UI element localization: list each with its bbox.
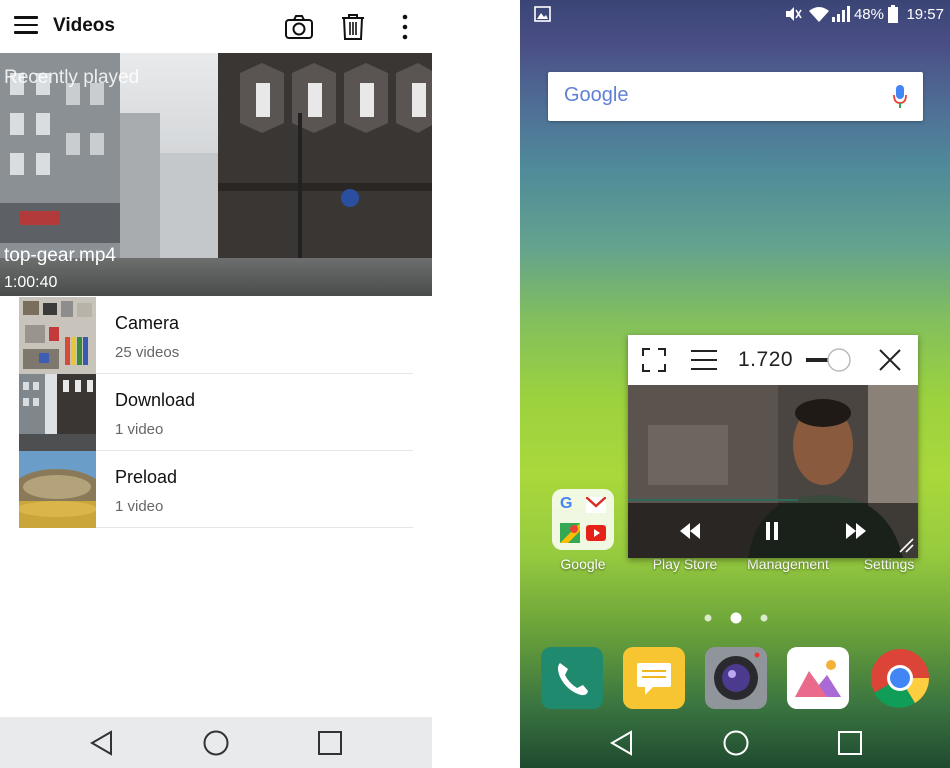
folder-thumbnail — [19, 374, 96, 451]
google-apps-folder[interactable]: G — [552, 489, 614, 550]
home-screen: 48% 19:57 Google G Google Play Store Man… — [520, 0, 950, 768]
playback-speed: 1.720 — [738, 348, 794, 371]
app-toolbar: Videos — [0, 0, 432, 53]
recently-played-card[interactable]: Recently played top-gear.mp4 1:00:40 — [0, 53, 432, 296]
folder-camera[interactable]: Camera 25 videos — [19, 297, 413, 374]
battery-icon — [888, 5, 898, 23]
resize-handle-icon[interactable] — [898, 537, 914, 553]
fast-forward-icon[interactable] — [846, 523, 866, 539]
screen: Videos Recently played top-gear.mp4 1:00… — [0, 0, 950, 768]
page-title: Videos — [53, 15, 115, 36]
recents-icon[interactable] — [315, 728, 345, 758]
google-logo: Google — [564, 84, 629, 106]
gallery-notification-icon — [534, 6, 551, 22]
navigation-bar — [0, 717, 432, 768]
status-time: 19:57 — [906, 6, 944, 23]
recent-file-name: top-gear.mp4 — [4, 245, 116, 266]
mute-icon — [786, 7, 802, 21]
popup-video-player[interactable]: 1.720 — [628, 335, 918, 558]
app-label-google: Google — [560, 556, 606, 572]
folder-name: Download — [115, 390, 196, 410]
trash-icon[interactable] — [338, 12, 368, 42]
menu-icon[interactable] — [14, 16, 38, 36]
gallery-app-icon[interactable] — [787, 647, 849, 709]
back-icon[interactable] — [607, 728, 637, 758]
app-label-management: Management — [747, 556, 829, 572]
home-icon[interactable] — [721, 728, 751, 758]
folder-thumbnail — [19, 451, 96, 528]
folder-download[interactable]: Download 1 video — [19, 374, 413, 451]
recently-played-heading: Recently played — [4, 67, 140, 88]
home-icon[interactable] — [201, 728, 231, 758]
more-options-icon[interactable] — [392, 12, 422, 42]
folder-thumbnail — [19, 297, 96, 374]
maps-icon — [560, 523, 580, 543]
progress-bar[interactable] — [628, 499, 798, 501]
folder-preload[interactable]: Preload 1 video — [19, 451, 413, 528]
folder-name: Camera — [115, 313, 180, 333]
signal-icon — [832, 6, 850, 22]
back-icon[interactable] — [87, 728, 117, 758]
popup-playback-controls — [628, 499, 918, 558]
g-icon: G — [560, 495, 573, 512]
phone-app-icon[interactable] — [541, 647, 603, 709]
folder-count: 25 videos — [115, 344, 180, 361]
volume-slider[interactable] — [806, 347, 854, 373]
recent-duration: 1:00:40 — [4, 274, 58, 291]
videos-app: Videos Recently played top-gear.mp4 1:00… — [0, 0, 432, 768]
close-icon[interactable] — [878, 348, 902, 372]
folder-count: 1 video — [115, 498, 164, 515]
camera-icon[interactable] — [284, 12, 314, 42]
recents-icon[interactable] — [835, 728, 865, 758]
status-bar: 48% 19:57 — [520, 0, 950, 30]
popup-toolbar: 1.720 — [628, 335, 918, 385]
page-indicator — [704, 612, 768, 624]
camera-app-icon[interactable] — [705, 647, 767, 709]
pause-icon[interactable] — [766, 522, 778, 540]
wifi-icon — [809, 7, 829, 22]
app-label-play-store: Play Store — [652, 556, 718, 572]
chrome-app-icon[interactable] — [869, 647, 931, 709]
folder-name: Preload — [115, 467, 178, 487]
fullscreen-icon[interactable] — [642, 348, 666, 372]
app-label-settings: Settings — [863, 556, 915, 572]
menu-icon[interactable] — [691, 349, 717, 371]
folder-count: 1 video — [115, 421, 164, 438]
messages-app-icon[interactable] — [623, 647, 685, 709]
gmail-icon — [586, 497, 606, 513]
microphone-icon[interactable] — [893, 85, 907, 109]
battery-percentage: 48% — [853, 6, 884, 23]
navigation-bar — [520, 717, 950, 768]
google-search-bar[interactable]: Google — [548, 72, 923, 121]
rewind-icon[interactable] — [680, 523, 700, 539]
youtube-icon — [586, 525, 606, 541]
